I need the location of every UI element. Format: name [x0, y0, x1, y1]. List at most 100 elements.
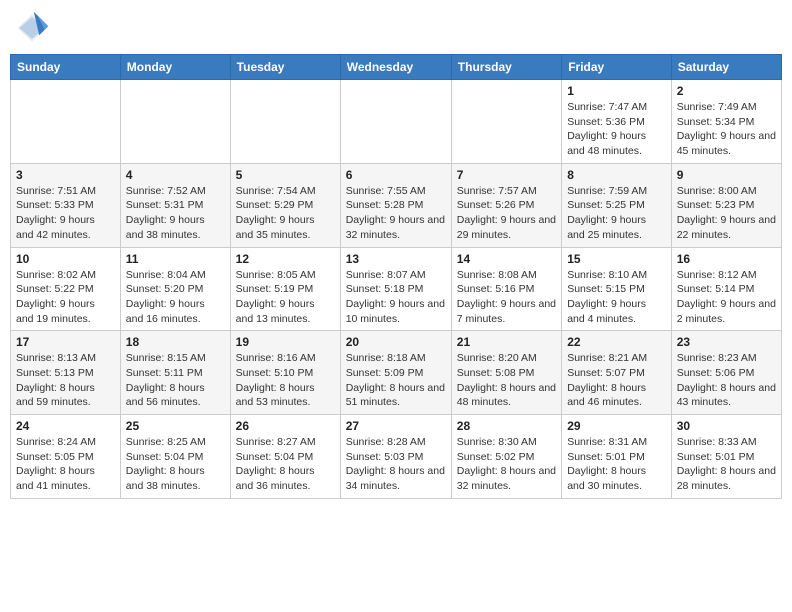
day-number: 13 — [346, 252, 446, 266]
day-number: 10 — [16, 252, 115, 266]
day-info: Sunrise: 8:31 AM Sunset: 5:01 PM Dayligh… — [567, 435, 666, 494]
day-number: 11 — [126, 252, 225, 266]
day-number: 26 — [236, 419, 335, 433]
day-number: 24 — [16, 419, 115, 433]
day-info: Sunrise: 8:16 AM Sunset: 5:10 PM Dayligh… — [236, 351, 335, 410]
calendar-cell: 18Sunrise: 8:15 AM Sunset: 5:11 PM Dayli… — [120, 331, 230, 415]
day-info: Sunrise: 8:27 AM Sunset: 5:04 PM Dayligh… — [236, 435, 335, 494]
day-number: 16 — [677, 252, 776, 266]
calendar-cell: 7Sunrise: 7:57 AM Sunset: 5:26 PM Daylig… — [451, 163, 561, 247]
calendar-cell — [120, 80, 230, 164]
day-number: 20 — [346, 335, 446, 349]
calendar-cell: 12 Sunrise: 8:05 AM Sunset: 5:19 PM Dayli… — [230, 247, 340, 331]
day-number: 4 — [126, 168, 225, 182]
day-info: Sunrise: 7:59 AM Sunset: 5:25 PM Dayligh… — [567, 184, 666, 243]
weekday-header-friday: Friday — [562, 55, 672, 80]
week-row-1: 1Sunrise: 7:47 AM Sunset: 5:36 PM Daylig… — [11, 80, 782, 164]
calendar-cell: 17Sunrise: 8:13 AM Sunset: 5:13 PM Dayli… — [11, 331, 121, 415]
day-info: Sunrise: 8:07 AM Sunset: 5:18 PM Dayligh… — [346, 268, 446, 327]
week-row-5: 24 Sunrise: 8:24 AM Sunset: 5:05 PM Dayli… — [11, 415, 782, 499]
calendar-cell: 21 Sunrise: 8:20 AM Sunset: 5:08 PM Dayli… — [451, 331, 561, 415]
calendar-cell: 20Sunrise: 8:18 AM Sunset: 5:09 PM Dayli… — [340, 331, 451, 415]
day-number: 12 — [236, 252, 335, 266]
day-number: 5 — [236, 168, 335, 182]
calendar-cell: 26 Sunrise: 8:27 AM Sunset: 5:04 PM Dayli… — [230, 415, 340, 499]
calendar-cell: 2 Sunrise: 7:49 AM Sunset: 5:34 PM Daylig… — [671, 80, 781, 164]
day-info: Sunrise: 7:55 AM Sunset: 5:28 PM Dayligh… — [346, 184, 446, 243]
day-number: 25 — [126, 419, 225, 433]
weekday-header-saturday: Saturday — [671, 55, 781, 80]
calendar-cell: 10 Sunrise: 8:02 AM Sunset: 5:22 PM Dayli… — [11, 247, 121, 331]
day-number: 7 — [457, 168, 556, 182]
calendar-cell: 29 Sunrise: 8:31 AM Sunset: 5:01 PM Dayli… — [562, 415, 672, 499]
weekday-header-thursday: Thursday — [451, 55, 561, 80]
calendar-cell: 6 Sunrise: 7:55 AM Sunset: 5:28 PM Daylig… — [340, 163, 451, 247]
calendar-cell: 27 Sunrise: 8:28 AM Sunset: 5:03 PM Dayli… — [340, 415, 451, 499]
day-info: Sunrise: 8:04 AM Sunset: 5:20 PM Dayligh… — [126, 268, 225, 327]
day-info: Sunrise: 8:00 AM Sunset: 5:23 PM Dayligh… — [677, 184, 776, 243]
day-number: 27 — [346, 419, 446, 433]
calendar-cell: 19 Sunrise: 8:16 AM Sunset: 5:10 PM Dayli… — [230, 331, 340, 415]
calendar-cell: 11 Sunrise: 8:04 AM Sunset: 5:20 PM Dayli… — [120, 247, 230, 331]
day-number: 6 — [346, 168, 446, 182]
calendar-cell: 13 Sunrise: 8:07 AM Sunset: 5:18 PM Dayli… — [340, 247, 451, 331]
calendar-cell: 28Sunrise: 8:30 AM Sunset: 5:02 PM Dayli… — [451, 415, 561, 499]
calendar-cell: 16 Sunrise: 8:12 AM Sunset: 5:14 PM Dayli… — [671, 247, 781, 331]
day-info: Sunrise: 8:08 AM Sunset: 5:16 PM Dayligh… — [457, 268, 556, 327]
day-number: 8 — [567, 168, 666, 182]
day-number: 30 — [677, 419, 776, 433]
logo — [14, 10, 54, 46]
day-info: Sunrise: 8:15 AM Sunset: 5:11 PM Dayligh… — [126, 351, 225, 410]
calendar-cell: 25 Sunrise: 8:25 AM Sunset: 5:04 PM Dayli… — [120, 415, 230, 499]
day-info: Sunrise: 8:28 AM Sunset: 5:03 PM Dayligh… — [346, 435, 446, 494]
day-info: Sunrise: 8:05 AM Sunset: 5:19 PM Dayligh… — [236, 268, 335, 327]
day-number: 22 — [567, 335, 666, 349]
calendar-cell: 3 Sunrise: 7:51 AM Sunset: 5:33 PM Daylig… — [11, 163, 121, 247]
weekday-header-row: SundayMondayTuesdayWednesdayThursdayFrid… — [11, 55, 782, 80]
day-info: Sunrise: 8:02 AM Sunset: 5:22 PM Dayligh… — [16, 268, 115, 327]
day-number: 23 — [677, 335, 776, 349]
calendar-cell — [451, 80, 561, 164]
day-info: Sunrise: 8:12 AM Sunset: 5:14 PM Dayligh… — [677, 268, 776, 327]
day-info: Sunrise: 8:25 AM Sunset: 5:04 PM Dayligh… — [126, 435, 225, 494]
day-info: Sunrise: 7:47 AM Sunset: 5:36 PM Dayligh… — [567, 100, 666, 159]
calendar-cell — [340, 80, 451, 164]
day-info: Sunrise: 8:23 AM Sunset: 5:06 PM Dayligh… — [677, 351, 776, 410]
calendar-cell — [11, 80, 121, 164]
page-header — [10, 10, 782, 46]
day-info: Sunrise: 7:51 AM Sunset: 5:33 PM Dayligh… — [16, 184, 115, 243]
day-info: Sunrise: 8:33 AM Sunset: 5:01 PM Dayligh… — [677, 435, 776, 494]
day-info: Sunrise: 8:13 AM Sunset: 5:13 PM Dayligh… — [16, 351, 115, 410]
weekday-header-tuesday: Tuesday — [230, 55, 340, 80]
calendar-cell: 1Sunrise: 7:47 AM Sunset: 5:36 PM Daylig… — [562, 80, 672, 164]
logo-icon — [14, 10, 50, 46]
weekday-header-wednesday: Wednesday — [340, 55, 451, 80]
day-number: 3 — [16, 168, 115, 182]
calendar-cell: 23 Sunrise: 8:23 AM Sunset: 5:06 PM Dayli… — [671, 331, 781, 415]
day-number: 9 — [677, 168, 776, 182]
weekday-header-sunday: Sunday — [11, 55, 121, 80]
day-info: Sunrise: 8:10 AM Sunset: 5:15 PM Dayligh… — [567, 268, 666, 327]
day-number: 29 — [567, 419, 666, 433]
calendar-cell: 8 Sunrise: 7:59 AM Sunset: 5:25 PM Daylig… — [562, 163, 672, 247]
calendar-cell: 14Sunrise: 8:08 AM Sunset: 5:16 PM Dayli… — [451, 247, 561, 331]
day-number: 19 — [236, 335, 335, 349]
day-info: Sunrise: 8:20 AM Sunset: 5:08 PM Dayligh… — [457, 351, 556, 410]
day-info: Sunrise: 8:21 AM Sunset: 5:07 PM Dayligh… — [567, 351, 666, 410]
week-row-4: 17Sunrise: 8:13 AM Sunset: 5:13 PM Dayli… — [11, 331, 782, 415]
calendar-cell: 15 Sunrise: 8:10 AM Sunset: 5:15 PM Dayli… — [562, 247, 672, 331]
day-number: 2 — [677, 84, 776, 98]
day-info: Sunrise: 8:24 AM Sunset: 5:05 PM Dayligh… — [16, 435, 115, 494]
calendar-cell: 30 Sunrise: 8:33 AM Sunset: 5:01 PM Dayli… — [671, 415, 781, 499]
week-row-3: 10 Sunrise: 8:02 AM Sunset: 5:22 PM Dayli… — [11, 247, 782, 331]
weekday-header-monday: Monday — [120, 55, 230, 80]
calendar-cell: 5Sunrise: 7:54 AM Sunset: 5:29 PM Daylig… — [230, 163, 340, 247]
calendar-cell: 24 Sunrise: 8:24 AM Sunset: 5:05 PM Dayli… — [11, 415, 121, 499]
day-info: Sunrise: 7:49 AM Sunset: 5:34 PM Dayligh… — [677, 100, 776, 159]
day-number: 15 — [567, 252, 666, 266]
calendar-cell — [230, 80, 340, 164]
calendar-cell: 9 Sunrise: 8:00 AM Sunset: 5:23 PM Daylig… — [671, 163, 781, 247]
week-row-2: 3 Sunrise: 7:51 AM Sunset: 5:33 PM Daylig… — [11, 163, 782, 247]
calendar-cell: 4Sunrise: 7:52 AM Sunset: 5:31 PM Daylig… — [120, 163, 230, 247]
day-number: 21 — [457, 335, 556, 349]
